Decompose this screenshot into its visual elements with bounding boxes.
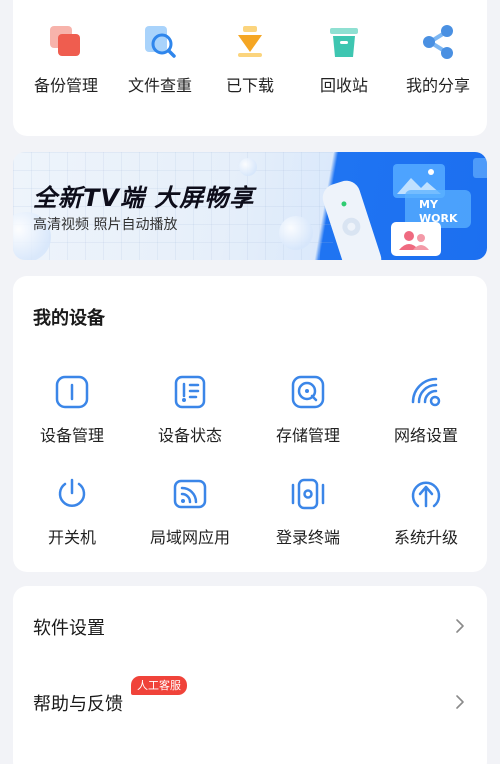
quick-action-label: 已下载	[225, 76, 274, 95]
tv-promo-banner[interactable]: 全新TV端 大屏畅享 高清视频 照片自动播放 MY WORK	[13, 152, 487, 260]
lan-app-icon	[173, 479, 207, 509]
storage-manage-icon	[291, 375, 325, 409]
file-dedupe-icon	[145, 26, 176, 58]
system-upgrade-button[interactable]: 系统升级	[371, 476, 481, 548]
customer-service-badge: 人工客服	[131, 676, 187, 695]
share-icon	[423, 25, 453, 59]
quick-action-label: 备份管理	[33, 76, 98, 95]
storage-manage-button[interactable]: 存储管理	[253, 374, 363, 446]
login-terminal-icon	[291, 478, 325, 510]
banner-title: 全新TV端 大屏畅享	[33, 184, 255, 212]
quick-action-label: 我的分享	[405, 76, 470, 95]
banner-art-text-line: WORK	[419, 212, 458, 225]
banner-art-text: MY WORK	[419, 198, 457, 226]
section-title: 我的设备	[33, 308, 105, 329]
device-item-label: 登录终端	[275, 528, 340, 547]
help-feedback-row[interactable]: 帮助与反馈 人工客服	[13, 664, 487, 738]
network-settings-button[interactable]: 网络设置	[371, 374, 481, 446]
row-label: 帮助与反馈	[33, 694, 123, 715]
power-button[interactable]: 开关机	[17, 476, 127, 548]
banner-art-text-line: MY	[419, 198, 438, 211]
device-item-label: 设备状态	[157, 426, 222, 445]
device-item-label: 存储管理	[275, 426, 340, 445]
system-upgrade-icon	[411, 481, 441, 508]
device-manage-icon	[55, 375, 89, 409]
quick-action-file-dedupe[interactable]: 文件查重	[113, 22, 207, 96]
device-status-icon	[174, 375, 206, 409]
device-item-label: 开关机	[47, 528, 96, 547]
tv-remote-illustration	[322, 158, 487, 260]
banner-subtitle: 高清视频 照片自动播放	[33, 217, 178, 233]
device-status-button[interactable]: 设备状态	[135, 374, 245, 446]
row-label: 软件设置	[33, 618, 105, 639]
quick-actions-card: 备份管理 文件查重 已下载 回收站 我的分享	[13, 0, 487, 136]
banner-bubble	[239, 158, 257, 176]
quick-action-backup[interactable]: 备份管理	[19, 22, 113, 96]
device-item-label: 局域网应用	[149, 528, 230, 547]
quick-action-my-share[interactable]: 我的分享	[391, 22, 485, 96]
chevron-right-icon	[456, 619, 464, 633]
quick-action-label: 文件查重	[127, 76, 192, 95]
device-item-label: 网络设置	[393, 426, 458, 445]
power-icon	[58, 478, 86, 507]
recycle-bin-icon	[330, 28, 358, 57]
quick-action-recycle-bin[interactable]: 回收站	[297, 22, 391, 96]
network-settings-icon	[411, 377, 441, 407]
download-icon	[238, 26, 262, 57]
device-item-label: 系统升级	[393, 528, 458, 547]
device-manage-button[interactable]: 设备管理	[17, 374, 127, 446]
banner-bubble	[279, 216, 313, 250]
lan-app-button[interactable]: 局域网应用	[135, 476, 245, 548]
chevron-right-icon	[456, 695, 464, 709]
device-item-label: 设备管理	[39, 426, 104, 445]
software-settings-row[interactable]: 软件设置	[13, 588, 487, 662]
login-terminal-button[interactable]: 登录终端	[253, 476, 363, 548]
quick-action-label: 回收站	[319, 76, 368, 95]
my-devices-card: 我的设备 设备管理 设备状态 存储管理 网络设置 开关机 局域网应用 登录终端 …	[13, 276, 487, 572]
backup-icon	[50, 26, 80, 56]
quick-action-downloaded[interactable]: 已下载	[203, 22, 297, 96]
settings-list-card: 软件设置 帮助与反馈 人工客服	[13, 586, 487, 764]
